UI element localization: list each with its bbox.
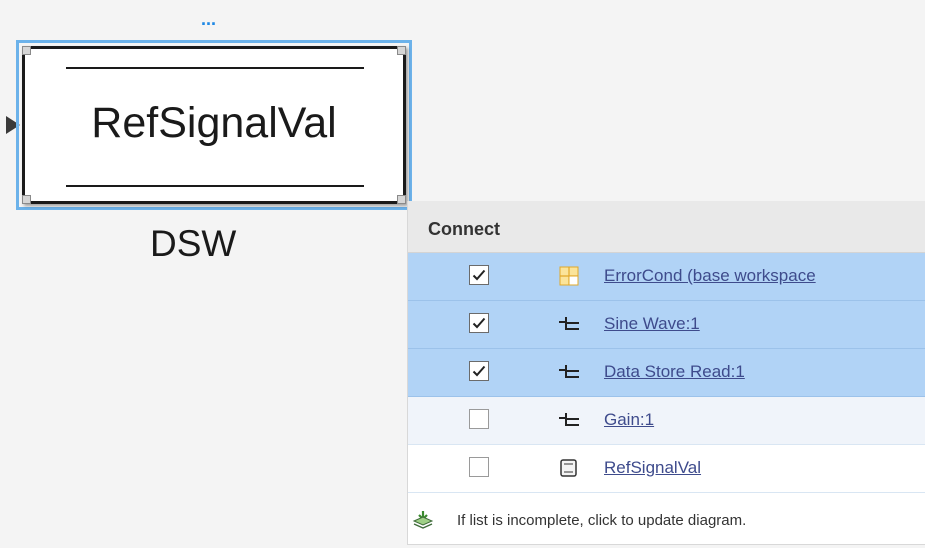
item-checkbox[interactable] [469,409,489,429]
item-link[interactable]: Sine Wave:1 [604,314,700,334]
block-bottom-rule [66,185,364,187]
item-link[interactable]: ErrorCond (base workspace [604,266,816,286]
footer-text: If list is incomplete, click to update d… [457,512,747,529]
update-diagram-footer[interactable]: If list is incomplete, click to update d… [408,499,925,543]
item-link[interactable]: RefSignalVal [604,458,701,478]
block-top-rule [66,67,364,69]
resize-handle-top-right[interactable] [397,46,406,55]
data-store-grid-icon [558,266,580,286]
update-diagram-icon[interactable] [412,510,434,534]
block-icon [558,458,580,478]
popup-title: Connect [408,201,925,253]
block-store-name: RefSignalVal [91,99,337,147]
item-checkbox[interactable] [469,361,489,381]
list-item[interactable]: Data Store Read:1 [408,349,925,397]
signal-port-icon [558,314,580,334]
data-store-write-block[interactable]: RefSignalVal [22,46,406,204]
list-item[interactable]: Gain:1 [408,397,925,445]
signal-port-icon [558,362,580,382]
item-link[interactable]: Data Store Read:1 [604,362,745,382]
list-item[interactable]: RefSignalVal [408,445,925,493]
more-actions-icon[interactable]: ... [201,10,216,28]
list-item[interactable]: ErrorCond (base workspace [408,253,925,301]
item-checkbox[interactable] [469,313,489,333]
resize-handle-bottom-right[interactable] [397,195,406,204]
item-link[interactable]: Gain:1 [604,410,654,430]
item-checkbox[interactable] [469,265,489,285]
model-canvas[interactable]: ... RefSignalVal DSW Connect ErrorCond (… [0,0,925,548]
list-item[interactable]: Sine Wave:1 [408,301,925,349]
block-label[interactable]: DSW [150,223,236,265]
resize-handle-top-left[interactable] [22,46,31,55]
resize-handle-bottom-left[interactable] [22,195,31,204]
connect-popup: Connect ErrorCond (base workspace Sine W… [407,201,925,545]
signal-port-icon [558,410,580,430]
item-checkbox[interactable] [469,457,489,477]
